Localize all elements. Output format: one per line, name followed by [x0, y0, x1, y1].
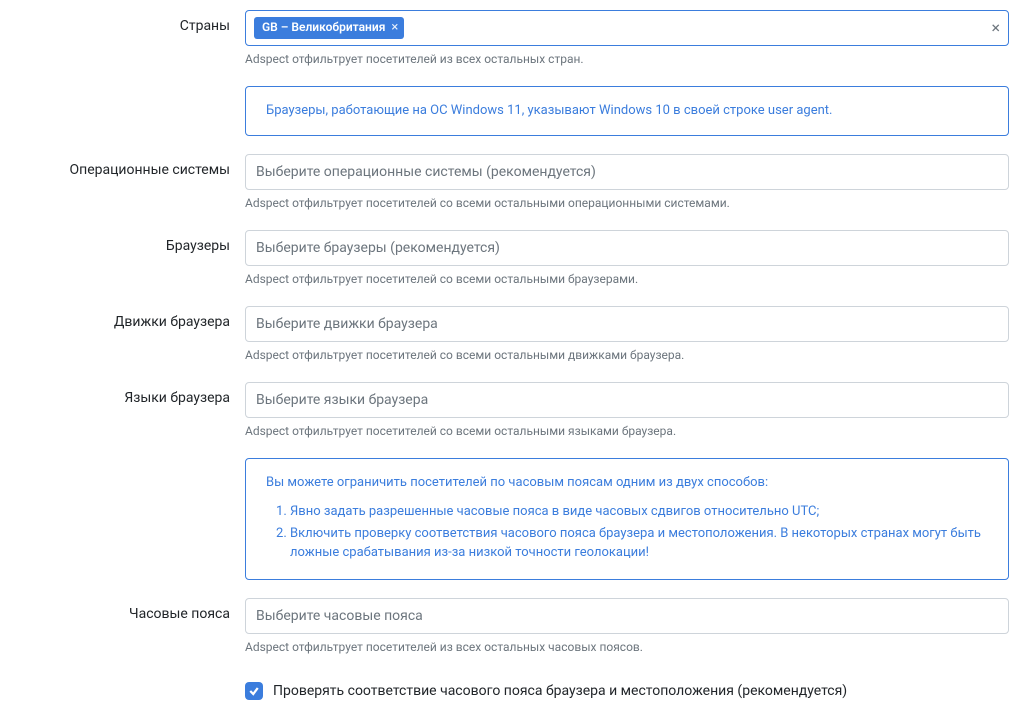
- timezone-info-alert: Вы можете ограничить посетителей по часо…: [245, 458, 1009, 580]
- languages-help: Adspect отфильтрует посетителей со всеми…: [245, 424, 1009, 438]
- timezone-match-label[interactable]: Проверять соответствие часового пояса бр…: [273, 683, 847, 699]
- engines-placeholder: Выберите движки браузера: [254, 312, 440, 336]
- os-placeholder: Выберите операционные системы (рекоменду…: [254, 160, 598, 184]
- country-tag-text: GB – Великобритания: [262, 20, 385, 36]
- timezones-select[interactable]: Выберите часовые пояса: [245, 598, 1009, 634]
- tz-alert-item2: Включить проверку соответствия часового …: [290, 524, 988, 563]
- check-icon: [248, 685, 260, 697]
- browsers-select[interactable]: Выберите браузеры (рекомендуется): [245, 230, 1009, 266]
- tz-alert-item1: Явно задать разрешенные часовые пояса в …: [290, 502, 988, 522]
- country-tag: GB – Великобритания ×: [254, 17, 404, 40]
- timezones-placeholder: Выберите часовые пояса: [254, 604, 425, 628]
- timezone-match-checkbox[interactable]: [245, 682, 263, 700]
- os-select[interactable]: Выберите операционные системы (рекоменду…: [245, 154, 1009, 190]
- clear-icon[interactable]: ×: [991, 20, 1000, 36]
- timezones-help: Adspect отфильтрует посетителей из всех …: [245, 640, 1009, 654]
- languages-label: Языки браузера: [15, 382, 245, 406]
- engines-select[interactable]: Выберите движки браузера: [245, 306, 1009, 342]
- browsers-label: Браузеры: [15, 230, 245, 254]
- countries-help: Adspect отфильтрует посетителей из всех …: [245, 52, 1009, 66]
- os-label: Операционные системы: [15, 154, 245, 178]
- timezones-label: Часовые пояса: [15, 598, 245, 622]
- languages-select[interactable]: Выберите языки браузера: [245, 382, 1009, 418]
- os-help: Adspect отфильтрует посетителей со всеми…: [245, 196, 1009, 210]
- browsers-placeholder: Выберите браузеры (рекомендуется): [254, 236, 502, 260]
- engines-help: Adspect отфильтрует посетителей со всеми…: [245, 348, 1009, 362]
- browsers-help: Adspect отфильтрует посетителей со всеми…: [245, 272, 1009, 286]
- languages-placeholder: Выберите языки браузера: [254, 388, 430, 412]
- os-info-alert: Браузеры, работающие на ОС Windows 11, у…: [245, 86, 1009, 136]
- tz-alert-intro: Вы можете ограничить посетителей по часо…: [266, 473, 988, 493]
- countries-label: Страны: [15, 10, 245, 34]
- engines-label: Движки браузера: [15, 306, 245, 330]
- tag-remove-icon[interactable]: ×: [391, 20, 398, 37]
- countries-select[interactable]: GB – Великобритания × ×: [245, 10, 1009, 46]
